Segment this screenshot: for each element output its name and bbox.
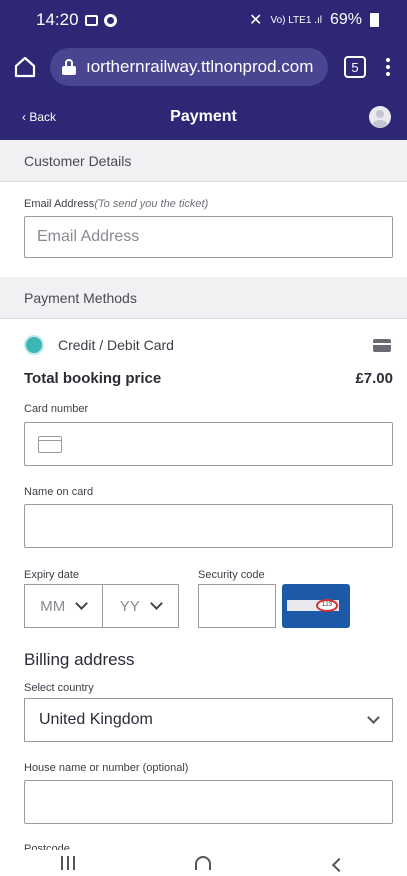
security-code-field[interactable] bbox=[198, 584, 276, 628]
mute-icon: ✕ bbox=[249, 12, 263, 29]
address-bar[interactable]: ıorthernrailway.ttlnonprod.com bbox=[50, 48, 328, 86]
security-code-label: Security code bbox=[198, 569, 265, 581]
page-title: Payment bbox=[170, 108, 237, 125]
tab-switcher-button[interactable]: 5 bbox=[344, 56, 366, 78]
avatar[interactable] bbox=[369, 106, 391, 128]
card-method-label[interactable]: Credit / Debit Card bbox=[58, 337, 174, 353]
expiry-date-field: MM YY bbox=[24, 584, 179, 628]
status-time: 14:20 bbox=[36, 10, 79, 29]
status-bar: 14:20 ✕ Vo) LTE1 .ıl 69% bbox=[0, 0, 407, 40]
url-text: ıorthernrailway.ttlnonprod.com bbox=[86, 57, 314, 76]
total-price: £7.00 bbox=[355, 370, 393, 387]
notification-icon bbox=[103, 13, 117, 27]
email-field[interactable] bbox=[24, 216, 393, 258]
battery-percent: 69% bbox=[329, 11, 362, 28]
email-label-row: Email Address(To send you the ticket) bbox=[24, 198, 208, 210]
back-nav-button[interactable] bbox=[324, 850, 354, 873]
country-value: United Kingdom bbox=[39, 711, 153, 728]
cvv-example: 123 bbox=[316, 599, 338, 612]
app-header: ‹ Back Payment bbox=[0, 94, 407, 140]
name-on-card-input[interactable] bbox=[25, 505, 392, 547]
name-on-card-field[interactable] bbox=[24, 504, 393, 548]
total-label: Total booking price bbox=[24, 370, 162, 387]
home-button[interactable] bbox=[188, 850, 218, 870]
card-number-field[interactable] bbox=[24, 422, 393, 466]
email-input[interactable] bbox=[25, 217, 392, 257]
chevron-down-icon bbox=[149, 597, 163, 610]
back-icon bbox=[332, 857, 347, 873]
home-icon[interactable] bbox=[12, 54, 38, 80]
expiry-year-value: YY bbox=[119, 597, 140, 615]
postcode-label: Postcode bbox=[24, 843, 70, 850]
overflow-menu-icon[interactable] bbox=[384, 58, 392, 76]
home-nav-icon bbox=[195, 856, 212, 870]
chevron-down-icon bbox=[367, 711, 380, 724]
credit-card-icon bbox=[373, 339, 391, 352]
back-button[interactable]: ‹ Back bbox=[22, 110, 56, 124]
billing-address-title: Billing address bbox=[24, 650, 135, 669]
name-on-card-label: Name on card bbox=[24, 486, 94, 498]
network-status: Vo) LTE1 .ıl bbox=[270, 14, 322, 26]
select-country-label: Select country bbox=[24, 682, 94, 694]
gallery-notification-icon bbox=[84, 14, 98, 26]
card-method-radio[interactable] bbox=[24, 335, 44, 355]
recent-apps-button[interactable] bbox=[53, 850, 83, 870]
country-select[interactable]: United Kingdom bbox=[24, 698, 393, 742]
payment-methods-header: Payment Methods bbox=[0, 277, 407, 319]
email-hint: (To send you the ticket) bbox=[94, 198, 209, 210]
expiry-month-value: MM bbox=[40, 597, 66, 615]
house-input[interactable] bbox=[25, 781, 392, 823]
system-nav-bar bbox=[0, 850, 407, 876]
email-label: Email Address bbox=[24, 198, 95, 210]
house-field[interactable] bbox=[24, 780, 393, 824]
customer-details-header: Customer Details bbox=[0, 140, 407, 182]
expiry-month-select[interactable]: MM bbox=[25, 585, 102, 627]
card-number-label: Card number bbox=[24, 403, 89, 415]
chevron-down-icon bbox=[75, 597, 89, 610]
browser-toolbar: ıorthernrailway.ttlnonprod.com 5 bbox=[0, 40, 407, 94]
cvv-card-illustration: 123 bbox=[282, 584, 350, 628]
expiry-year-select[interactable]: YY bbox=[101, 585, 179, 627]
lock-icon bbox=[62, 59, 76, 75]
expiry-label: Expiry date bbox=[24, 569, 80, 581]
card-number-icon bbox=[38, 436, 62, 453]
house-label: House name or number (optional) bbox=[24, 762, 189, 774]
battery-icon bbox=[370, 13, 379, 27]
recents-icon bbox=[60, 856, 75, 870]
